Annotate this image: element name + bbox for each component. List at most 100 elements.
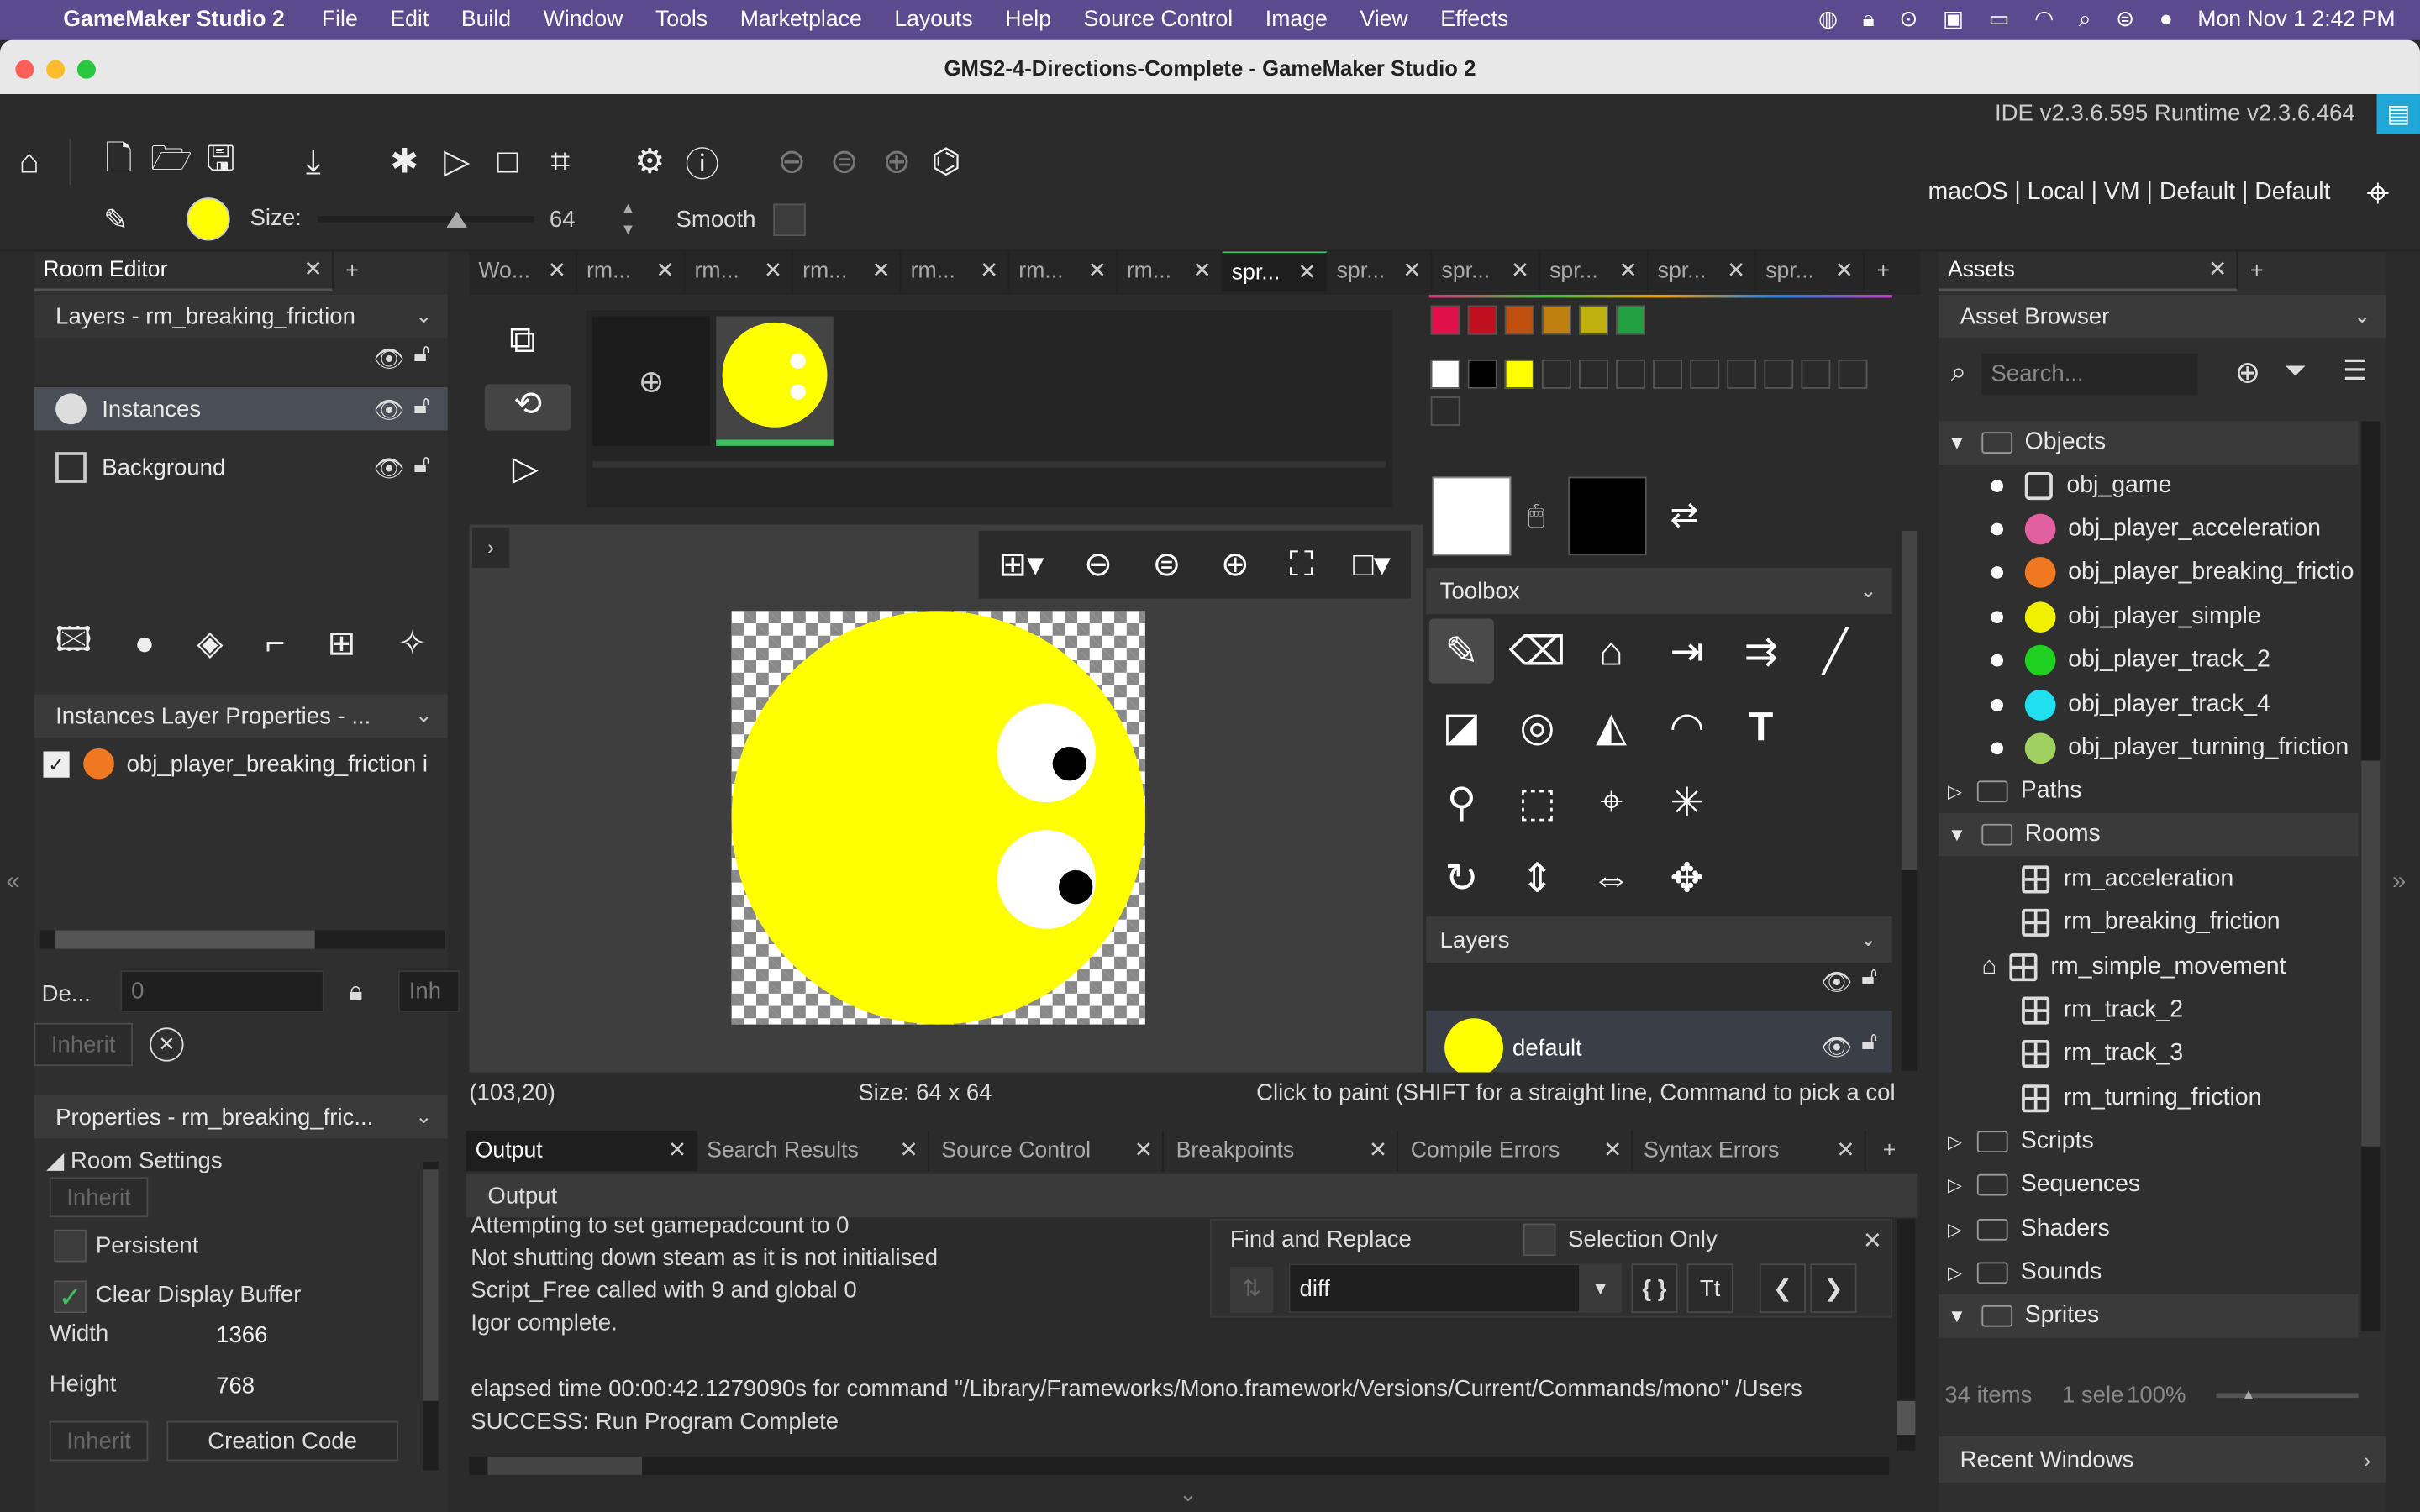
pencil-icon[interactable]: ✎ <box>92 197 139 244</box>
menu-tools[interactable]: Tools <box>655 8 708 32</box>
collapse-right-icon[interactable]: » <box>2392 869 2406 896</box>
menu-icon[interactable]: ☰ <box>2343 354 2368 387</box>
layer-instances[interactable]: Instances 👁︎ 🔓︎ <box>34 387 448 431</box>
tab-breakpoints[interactable]: Breakpoints ✕ <box>1167 1131 1399 1172</box>
add-asset-layer-icon[interactable]: ⊞ <box>328 623 356 664</box>
lock-icon[interactable]: 🔓︎ <box>413 393 429 421</box>
lock-icon[interactable]: 🔒︎ <box>349 977 363 1008</box>
move-tool-icon[interactable]: ✥ <box>1655 846 1719 911</box>
text-tool-icon[interactable]: T <box>1728 695 1793 759</box>
menu-window[interactable]: Window <box>544 8 623 32</box>
lock-icon[interactable]: 🔓︎ <box>413 341 429 369</box>
wifi-icon[interactable]: ◠ <box>2034 8 2054 32</box>
menu-edit[interactable]: Edit <box>390 8 429 32</box>
doc-tab[interactable]: spr... ✕ <box>1432 251 1541 292</box>
folder-scripts[interactable]: ▷ Scripts <box>1948 1120 2094 1163</box>
lock-icon[interactable]: 🔒︎ <box>1863 8 1875 32</box>
play-circle-icon[interactable]: ⊙ <box>1899 8 1918 32</box>
add-asset-icon[interactable]: ⊕ <box>2235 354 2261 392</box>
find-previous-button[interactable]: ❮ <box>1759 1263 1806 1314</box>
close-icon[interactable]: ✕ <box>304 258 323 282</box>
frame-thumbnail[interactable] <box>716 316 834 446</box>
menu-effects[interactable]: Effects <box>1440 8 1508 32</box>
menu-image[interactable]: Image <box>1265 8 1328 32</box>
add-path-layer-icon[interactable]: ⌐ <box>266 623 286 664</box>
add-effect-layer-icon[interactable]: ✧ <box>398 623 427 664</box>
palette-swatch[interactable] <box>1504 305 1534 335</box>
ellipse-tool-icon[interactable]: ◎ <box>1505 695 1570 759</box>
folder-objects[interactable]: ▼ Objects <box>1938 421 2359 465</box>
add-instance-layer-icon[interactable]: ● <box>134 623 155 664</box>
fit-icon[interactable]: ⛶ <box>1289 544 1313 585</box>
eraser-tool-icon[interactable]: ⌫ <box>1505 619 1570 684</box>
asset-item[interactable]: rm_track_3 <box>2022 1032 2183 1075</box>
select-tool-icon[interactable]: ⬚ <box>1505 770 1570 835</box>
palette-swatch[interactable] <box>1430 396 1460 426</box>
magic-wand-tool-icon[interactable]: ✳ <box>1655 770 1719 835</box>
tab-search-results[interactable]: Search Results ✕ <box>697 1131 929 1172</box>
room-settings-toggle[interactable]: ◢ Room Settings <box>46 1147 223 1174</box>
palette-swatch[interactable] <box>1616 305 1645 335</box>
menu-help[interactable]: Help <box>1005 8 1051 32</box>
size-input[interactable]: 64 <box>539 196 618 243</box>
settings-gear-icon[interactable]: ⚙︎ <box>627 139 673 185</box>
play-animation-icon[interactable]: ▷ <box>513 449 539 489</box>
add-tab-button[interactable]: + <box>2241 251 2278 291</box>
asset-item[interactable]: rm_breaking_friction <box>2022 901 2281 944</box>
onion-skin-icon[interactable]: ⧉ <box>509 319 535 362</box>
eye-icon[interactable]: 👁︎ <box>1821 968 1852 999</box>
battery-icon[interactable]: ▭ <box>1989 8 2010 32</box>
doc-tab[interactable]: rm... ✕ <box>1009 251 1118 292</box>
menu-view[interactable]: View <box>1360 8 1407 32</box>
doc-tab[interactable]: rm... ✕ <box>577 251 686 292</box>
tab-syntax-errors[interactable]: Syntax Errors ✕ <box>1634 1131 1866 1172</box>
flip-horizontal-icon[interactable]: ⇔ <box>1579 846 1644 911</box>
folder-shaders[interactable]: ▷ Shaders <box>1948 1208 2110 1251</box>
creation-code-button[interactable]: Creation Code <box>166 1420 398 1462</box>
size-slider-thumb[interactable] <box>445 211 468 228</box>
palette-swatch[interactable] <box>1764 359 1794 389</box>
toolbox-header[interactable]: Toolbox ⌄ <box>1426 567 1892 615</box>
tab-room-editor[interactable]: Room Editor ✕ <box>34 251 334 292</box>
palette-swatch[interactable] <box>1838 359 1868 389</box>
open-folder-icon[interactable]: 🗁︎ <box>148 139 194 185</box>
asset-item[interactable]: obj_player_acceleration <box>1991 507 2321 550</box>
layer-background[interactable]: Background 👁︎ 🔓︎ <box>34 446 447 489</box>
doc-tab-active[interactable]: spr... ✕ <box>1222 251 1328 292</box>
add-tab-button[interactable]: + <box>1874 1131 1917 1171</box>
fill-tool-icon[interactable]: ⌂ <box>1579 619 1644 684</box>
persistent-checkbox[interactable] <box>54 1229 87 1263</box>
close-icon[interactable]: ✕ <box>1863 1226 1882 1254</box>
instances-layer-props-header[interactable]: Instances Layer Properties - ... ⌄ <box>34 694 448 738</box>
chat-icon[interactable]: ▤ <box>2376 94 2420 134</box>
width-input[interactable]: 1366 <box>207 1314 313 1357</box>
tab-compile-errors[interactable]: Compile Errors ✕ <box>1402 1131 1634 1172</box>
pencil-tool-icon[interactable]: ✎ <box>1428 618 1494 684</box>
menu-file[interactable]: File <box>322 8 358 32</box>
clean-icon[interactable]: ⌗ <box>537 139 583 185</box>
loop-icon[interactable]: ⟲ <box>484 384 571 431</box>
height-input[interactable]: 768 <box>207 1365 313 1408</box>
inherit-depth-input[interactable]: Inh <box>397 970 460 1012</box>
room-properties-header[interactable]: Properties - rm_breaking_fric... ⌄ <box>34 1095 448 1139</box>
doc-tab[interactable]: spr... ✕ <box>1540 251 1649 292</box>
target-selector[interactable]: macOS | Local | VM | Default | Default <box>1928 179 2331 207</box>
folder-rooms[interactable]: ▼ Rooms <box>1938 812 2359 857</box>
palette-swatch[interactable] <box>1801 359 1831 389</box>
doc-tab[interactable]: spr... ✕ <box>1649 251 1757 292</box>
collapse-bottom-icon[interactable]: ⌄ <box>1179 1481 1197 1507</box>
lasso-tool-icon[interactable]: ⌖ <box>1579 770 1644 835</box>
zoom-reset-icon[interactable]: ⊜ <box>821 139 867 185</box>
palette-swatch[interactable] <box>1467 359 1497 389</box>
clear-icon[interactable]: ✕ <box>150 1027 184 1062</box>
add-frame-button[interactable]: ⊕ <box>592 316 710 446</box>
zoom-in-icon[interactable]: ⊕ <box>1221 544 1249 585</box>
new-file-icon[interactable]: 🗋︎ <box>96 139 142 185</box>
doc-tab[interactable]: rm... ✕ <box>902 251 1010 292</box>
rotate-tool-icon[interactable]: ↻ <box>1429 846 1494 911</box>
zoom-reset-icon[interactable]: ⊜ <box>1152 544 1181 585</box>
save-icon[interactable]: 🖫︎ <box>197 139 244 185</box>
assets-scrollbar[interactable] <box>2361 421 2381 1332</box>
eyedropper-tool-icon[interactable]: ⚲ <box>1429 770 1494 835</box>
right-color-swatch[interactable] <box>1568 476 1647 556</box>
